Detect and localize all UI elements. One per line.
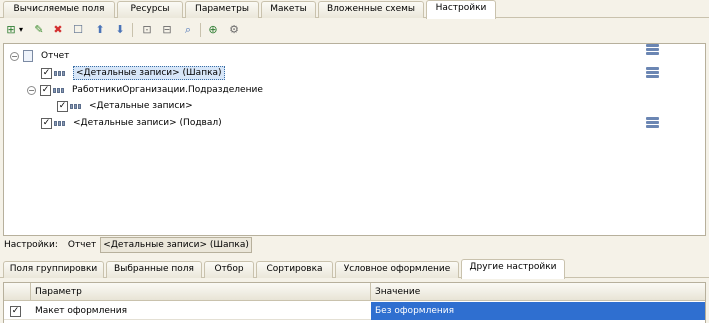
- layout-list-icon[interactable]: [646, 44, 659, 56]
- parameter-cell[interactable]: Макет оформления: [31, 302, 371, 320]
- row-checkbox-cell[interactable]: ✓: [10, 302, 28, 320]
- checkbox-checked-icon[interactable]: ✓: [10, 305, 21, 317]
- column-header-value[interactable]: Значение: [371, 283, 705, 301]
- column-header-parameter[interactable]: Параметр: [31, 283, 371, 301]
- tab-calculated-fields[interactable]: Вычисляемые поля: [3, 1, 115, 18]
- tab-conditional-formatting[interactable]: Условное оформление: [335, 261, 459, 278]
- report-icon: [23, 50, 33, 62]
- tab-sorting[interactable]: Сортировка: [256, 261, 333, 278]
- add-grouping-icon[interactable]: ⊞: [4, 23, 18, 37]
- tree-item-label: <Детальные записи> (Шапка): [73, 66, 225, 80]
- structure-tree[interactable]: − Отчет ✓ <Детальные записи> (Шапка) − ✓…: [3, 43, 706, 236]
- tab-parameters[interactable]: Параметры: [185, 1, 259, 18]
- tree-item-label: <Детальные записи>: [89, 101, 193, 111]
- toolbar-separator: [132, 23, 133, 37]
- tree-item-label: <Детальные записи> (Подвал): [73, 118, 222, 128]
- parameters-table: Параметр Значение ✓ Макет оформления Без…: [3, 282, 706, 323]
- collapse-icon[interactable]: −: [27, 85, 36, 95]
- settings-selected-item[interactable]: <Детальные записи> (Шапка): [100, 237, 252, 253]
- layout-list-icon[interactable]: [646, 117, 659, 129]
- settings-path[interactable]: Отчет: [68, 240, 96, 250]
- properties-icon[interactable]: ☐: [71, 23, 85, 37]
- top-tab-bar: Вычисляемые поля Ресурсы Параметры Макет…: [0, 0, 709, 19]
- tree-root[interactable]: − Отчет: [10, 48, 69, 64]
- tab-resources[interactable]: Ресурсы: [117, 1, 183, 18]
- checkbox-checked-icon[interactable]: ✓: [40, 84, 51, 96]
- tab-selected-fields[interactable]: Выбранные поля: [106, 261, 202, 278]
- collapse-icon[interactable]: −: [10, 51, 19, 61]
- move-up-icon[interactable]: ⬆: [93, 23, 107, 37]
- settings-breadcrumb: Настройки: Отчет <Детальные записи> (Шап…: [4, 236, 709, 254]
- tab-filter[interactable]: Отбор: [204, 261, 254, 278]
- detail-records-icon: [54, 70, 68, 77]
- ungroup-icon[interactable]: ⊟: [160, 23, 174, 37]
- edit-icon[interactable]: ✎: [32, 23, 46, 37]
- tab-settings[interactable]: Настройки: [426, 0, 496, 19]
- detail-records-icon: [70, 103, 84, 110]
- tree-item-department[interactable]: − ✓ РаботникиОрганизации.Подразделение: [27, 82, 263, 98]
- column-header-check: [4, 283, 31, 301]
- move-down-icon[interactable]: ⬇: [113, 23, 127, 37]
- checkbox-checked-icon[interactable]: ✓: [57, 100, 68, 112]
- bottom-tab-bar: Поля группировки Выбранные поля Отбор Со…: [0, 259, 709, 279]
- tab-other-settings[interactable]: Другие настройки: [461, 259, 565, 279]
- settings-icon[interactable]: ⚙: [227, 23, 241, 37]
- checkbox-checked-icon[interactable]: ✓: [41, 117, 52, 129]
- tab-templates[interactable]: Макеты: [261, 1, 316, 18]
- dropdown-arrow-icon[interactable]: ▾: [17, 23, 25, 37]
- delete-icon[interactable]: ✖: [51, 23, 65, 37]
- toolbar-separator: [200, 23, 201, 37]
- toolbar: ⊞ ▾ ✎ ✖ ☐ ⬆ ⬇ ⊡ ⊟ ⌕ ⊕ ⚙: [0, 18, 709, 42]
- tab-grouping-fields[interactable]: Поля группировки: [3, 261, 104, 278]
- table-row[interactable]: ✓ Макет оформления Без оформления: [4, 302, 705, 320]
- tree-item-footer[interactable]: ✓ <Детальные записи> (Подвал): [41, 115, 222, 131]
- layout-list-icon[interactable]: [646, 67, 659, 79]
- tab-nested-schemes[interactable]: Вложенные схемы: [318, 1, 424, 18]
- tree-item-label: РаботникиОрганизации.Подразделение: [72, 85, 263, 95]
- group-icon[interactable]: ⊡: [140, 23, 154, 37]
- detail-records-icon: [54, 120, 68, 127]
- tree-item-header[interactable]: ✓ <Детальные записи> (Шапка): [41, 65, 225, 81]
- grouping-icon: [53, 87, 67, 94]
- find-icon[interactable]: ⌕: [181, 23, 195, 37]
- tree-item-detail[interactable]: ✓ <Детальные записи>: [57, 98, 193, 114]
- add-group-icon[interactable]: ⊕: [206, 23, 220, 37]
- settings-label: Настройки:: [4, 240, 58, 250]
- checkbox-checked-icon[interactable]: ✓: [41, 67, 52, 79]
- tree-root-label: Отчет: [41, 51, 70, 61]
- value-cell[interactable]: Без оформления: [371, 302, 705, 320]
- table-header: Параметр Значение: [4, 283, 705, 301]
